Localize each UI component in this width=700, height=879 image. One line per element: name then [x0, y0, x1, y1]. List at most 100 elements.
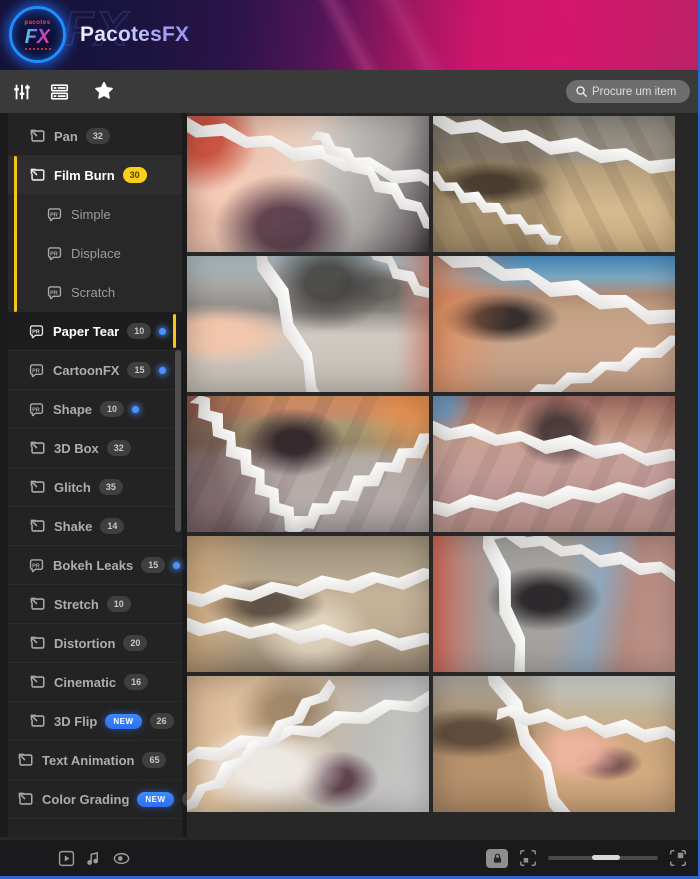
- sidebar-subitem-displace[interactable]: PR Displace: [8, 234, 182, 273]
- sidebar-item-label: Shake: [54, 519, 92, 534]
- active-group-indicator: [14, 156, 17, 312]
- video-thumbnail[interactable]: [187, 396, 429, 532]
- sidebar-subitem-label: Simple: [71, 207, 111, 222]
- sidebar-item-color-grading[interactable]: Color Grading NEW 117: [8, 780, 182, 819]
- thumbnails-small-icon[interactable]: [518, 848, 538, 868]
- lock-icon[interactable]: [486, 849, 508, 868]
- sidebar: Pan 32 Film Burn 30 PR Simple PR Displac…: [8, 113, 182, 837]
- folder-export-icon: [28, 127, 46, 145]
- pr-file-icon: PR: [28, 557, 45, 574]
- paper-tear-overlay: [433, 414, 675, 482]
- folder-export-icon: [28, 517, 46, 535]
- sidebar-subitem-scratch[interactable]: PR Scratch: [8, 273, 182, 312]
- sidebar-item-stretch[interactable]: Stretch 10: [8, 585, 182, 624]
- sidebar-item-paper-tear[interactable]: PR Paper Tear 10: [8, 312, 182, 351]
- count-badge: 14: [100, 518, 124, 534]
- thumbnail-grid: [187, 116, 675, 812]
- thumbnail-size-slider-thumb[interactable]: [592, 855, 620, 860]
- video-thumbnail[interactable]: [433, 676, 675, 812]
- app-logo: pacotes FX: [9, 6, 66, 63]
- video-thumbnail[interactable]: [433, 396, 675, 532]
- sidebar-item-3d-box[interactable]: 3D Box 32: [8, 429, 182, 468]
- svg-text:PR: PR: [32, 407, 40, 413]
- paper-tear-overlay: [187, 396, 310, 532]
- title-area: FX PacotesFX: [80, 0, 189, 70]
- count-badge: 10: [127, 323, 151, 339]
- thumbnails-large-icon[interactable]: [668, 848, 688, 868]
- search-input[interactable]: [592, 86, 684, 98]
- video-thumbnail[interactable]: [433, 116, 675, 252]
- paper-tear-overlay: [433, 466, 675, 522]
- video-thumbnail[interactable]: [433, 256, 675, 392]
- sidebar-item-label: CartoonFX: [53, 363, 119, 378]
- new-badge: NEW: [137, 792, 173, 807]
- sidebar-item-glitch[interactable]: Glitch 35: [8, 468, 182, 507]
- thumbnail-size-slider[interactable]: [548, 850, 658, 866]
- list-view-icon[interactable]: [49, 82, 70, 102]
- video-preview-icon[interactable]: [57, 849, 76, 868]
- sidebar-item-cinematic[interactable]: Cinematic 16: [8, 663, 182, 702]
- app-header: pacotes FX FX PacotesFX: [0, 0, 698, 70]
- sidebar-item-cartoonfx[interactable]: PR CartoonFX 15: [8, 351, 182, 390]
- sidebar-scrollbar[interactable]: [175, 350, 181, 532]
- count-badge: 10: [107, 596, 131, 612]
- paper-tear-overlay: [492, 536, 675, 608]
- update-dot: [159, 328, 166, 335]
- paper-tear-overlay: [336, 256, 429, 356]
- sidebar-subitem-simple[interactable]: PR Simple: [8, 195, 182, 234]
- sidebar-item-3d-flip[interactable]: 3D Flip NEW 26: [8, 702, 182, 741]
- video-thumbnail[interactable]: [187, 116, 429, 252]
- page-title: PacotesFX: [80, 23, 189, 47]
- sidebar-item-label: Pan: [54, 129, 78, 144]
- count-badge: 26: [150, 713, 174, 729]
- paper-tear-overlay: [187, 556, 429, 612]
- folder-export-icon: [28, 478, 46, 496]
- folder-export-icon: [16, 790, 34, 808]
- sidebar-subitem-label: Scratch: [71, 285, 115, 300]
- sidebar-item-film-burn[interactable]: Film Burn 30: [8, 156, 182, 195]
- video-thumbnail[interactable]: [187, 536, 429, 672]
- sidebar-item-shake[interactable]: Shake 14: [8, 507, 182, 546]
- favorites-star-icon[interactable]: [92, 80, 116, 103]
- paper-tear-overlay: [187, 116, 429, 213]
- video-thumbnail[interactable]: [187, 676, 429, 812]
- sliders-icon[interactable]: [12, 82, 32, 102]
- folder-export-icon: [28, 595, 46, 613]
- folder-export-icon: [28, 634, 46, 652]
- count-badge: 10: [100, 401, 124, 417]
- sidebar-item-label: 3D Flip: [54, 714, 97, 729]
- logo-fx-text: FX: [25, 27, 51, 47]
- logo-decoration: [25, 48, 51, 50]
- sidebar-subitem-label: Displace: [71, 246, 121, 261]
- sidebar-item-label: Glitch: [54, 480, 91, 495]
- sidebar-item-shape[interactable]: PR Shape 10: [8, 390, 182, 429]
- video-thumbnail[interactable]: [433, 536, 675, 672]
- search-box[interactable]: [566, 80, 690, 103]
- paper-tear-overlay: [433, 256, 675, 360]
- paper-tear-overlay: [191, 256, 387, 392]
- sidebar-item-distortion[interactable]: Distortion 20: [8, 624, 182, 663]
- paper-tear-overlay: [433, 157, 564, 252]
- update-dot: [132, 406, 139, 413]
- video-thumbnail[interactable]: [187, 256, 429, 392]
- body-area: Pan 32 Film Burn 30 PR Simple PR Displac…: [0, 113, 698, 837]
- folder-export-icon: [28, 712, 46, 730]
- sidebar-item-text-animation[interactable]: Text Animation 65: [8, 741, 182, 780]
- audio-icon[interactable]: [84, 849, 103, 868]
- sidebar-item-bokeh-leaks[interactable]: PR Bokeh Leaks 15: [8, 546, 182, 585]
- toolbar: [0, 70, 698, 113]
- sidebar-item-pan[interactable]: Pan 32: [8, 117, 182, 156]
- pr-file-icon: PR: [46, 245, 63, 262]
- paper-tear-overlay: [187, 611, 429, 660]
- sidebar-item-label: Stretch: [54, 597, 99, 612]
- paper-tear-overlay: [187, 676, 341, 812]
- visibility-toggle-icon[interactable]: [111, 849, 132, 868]
- update-dot: [159, 367, 166, 374]
- count-badge: 35: [99, 479, 123, 495]
- svg-text:PR: PR: [32, 368, 40, 374]
- count-badge: 15: [127, 362, 151, 378]
- svg-text:PR: PR: [50, 290, 58, 296]
- new-badge: NEW: [105, 714, 141, 729]
- count-badge: 32: [86, 128, 110, 144]
- svg-text:PR: PR: [50, 212, 58, 218]
